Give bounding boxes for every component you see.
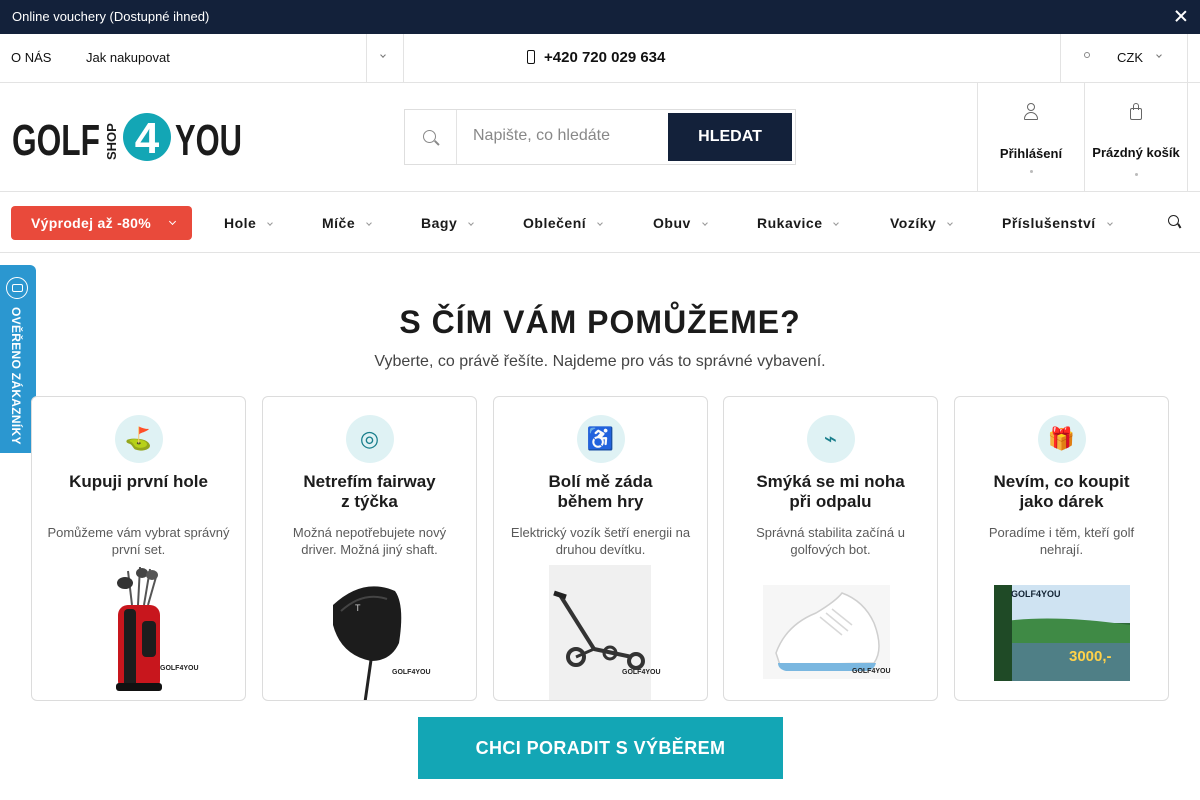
chevron-down-icon xyxy=(168,217,177,226)
logo-golf: GOLF xyxy=(12,116,100,164)
chevron-down-icon[interactable] xyxy=(1156,52,1162,58)
cart-label: Prázdný košík xyxy=(1092,145,1180,160)
divider xyxy=(1187,34,1188,82)
logo-four: 4 xyxy=(135,114,160,163)
chevron-down-icon xyxy=(1135,173,1138,176)
card-description: Správná stabilita začíná u golfových bot… xyxy=(756,525,905,557)
page-subtitle: Vyberte, co právě řešíte. Najdeme pro vá… xyxy=(374,353,826,370)
nav-item-obleceni[interactable]: Oblečení xyxy=(523,215,603,231)
divider xyxy=(456,110,457,164)
nav-item-voziky[interactable]: Vozíky xyxy=(890,215,954,231)
wheelchair-icon: ♿ xyxy=(576,415,625,463)
promo-text[interactable]: Online vouchery (Dostupné ihned) xyxy=(12,9,209,24)
card-title: Bolí mě záda během hry xyxy=(548,472,653,511)
utility-bar: O NÁS Jak nakupovat +420 720 029 634 CZK xyxy=(0,34,1200,83)
chevron-down-icon xyxy=(701,220,708,226)
brand-watermark: GOLF4YOU xyxy=(392,669,431,676)
card-title: Kupuji první hole xyxy=(69,472,208,491)
nav-item-rukavice[interactable]: Rukavice xyxy=(757,215,840,231)
search-icon xyxy=(423,130,436,143)
logo-shop: SHOP xyxy=(104,123,119,160)
advice-cta-button[interactable]: CHCI PORADIT S VÝBĚREM xyxy=(418,717,783,779)
nav-item-mice[interactable]: Míče xyxy=(322,215,372,231)
divider xyxy=(366,34,367,82)
chevron-down-icon xyxy=(1106,220,1113,226)
link-how-to-buy[interactable]: Jak nakupovat xyxy=(86,50,170,65)
golf-flag-icon: ⛳ xyxy=(114,415,163,463)
login-label: Přihlášení xyxy=(999,146,1063,161)
golf-bag-image: GOLF4YOU xyxy=(32,565,245,700)
help-card-back-pain[interactable]: ♿ Bolí mě záda během hry Elektrický vozík… xyxy=(493,396,708,701)
close-icon[interactable] xyxy=(1172,8,1190,26)
golf-shoe-image: GOLF4YOU xyxy=(724,565,937,700)
card-description: Elektrický vozík šetří energii na druhou… xyxy=(510,525,691,557)
chevron-down-icon xyxy=(597,220,603,226)
gift-voucher-image: GOLF4YOU 3000,- xyxy=(955,565,1168,700)
login-button[interactable]: Přihlášení xyxy=(977,83,1084,191)
logo-you: YOU xyxy=(175,116,242,164)
brand-watermark: GOLF4YOU xyxy=(852,668,891,675)
page-title: S ČÍM VÁM POMŮŽEME? xyxy=(399,304,801,340)
help-card-fairway[interactable]: ◎ Netrefím fairway z týčka Možná nepotřeb… xyxy=(262,396,477,701)
phone-icon xyxy=(527,50,535,64)
search-button[interactable]: HLEDAT xyxy=(668,113,792,161)
currency-select[interactable]: CZK xyxy=(1117,50,1143,65)
currency-icon xyxy=(1084,52,1090,58)
chevron-down-icon xyxy=(366,220,372,226)
site-logo[interactable]: GOLF SHOP 4 YOU xyxy=(12,112,244,169)
shoe-icon: ⌁ xyxy=(806,415,855,463)
search-icon[interactable] xyxy=(1168,215,1179,226)
brand-watermark: GOLF4YOU xyxy=(160,665,199,672)
site-header: GOLF SHOP 4 YOU HLEDAT Přihlášení Prázdn… xyxy=(0,83,1200,192)
chevron-down-icon xyxy=(833,220,840,226)
driver-image: T GOLF4YOU xyxy=(263,565,476,700)
help-card-first-clubs[interactable]: ⛳ Kupuji první hole Pomůžeme vám vybrat … xyxy=(31,396,246,701)
card-description: Pomůžeme vám vybrat správný první set. xyxy=(47,525,230,557)
promo-bar: Online vouchery (Dostupné ihned) xyxy=(0,0,1200,34)
chevron-down-icon[interactable] xyxy=(380,52,386,58)
search-input[interactable] xyxy=(473,127,663,145)
divider xyxy=(403,34,404,82)
help-card-gift[interactable]: 🎁 Nevím, co koupit jako dárek Poradíme i … xyxy=(954,396,1169,701)
help-card-slipping[interactable]: ⌁ Smýká se mi noha při odpalu Správná sta… xyxy=(723,396,938,701)
nav-item-bagy[interactable]: Bagy xyxy=(421,215,475,231)
chevron-down-icon xyxy=(1030,170,1033,173)
gift-icon: 🎁 xyxy=(1037,415,1086,463)
shopping-bag-icon xyxy=(1129,103,1143,121)
nav-item-prislusenstvi[interactable]: Příslušenství xyxy=(1002,215,1113,231)
target-icon: ◎ xyxy=(345,415,394,463)
phone-number: +420 720 029 634 xyxy=(544,49,666,66)
sale-label: Výprodej až -80% xyxy=(31,215,151,231)
card-title: Smýká se mi noha při odpalu xyxy=(756,472,905,511)
chevron-down-icon xyxy=(468,220,475,226)
verified-seal-icon xyxy=(6,277,28,299)
user-icon xyxy=(1024,103,1038,121)
chevron-down-icon xyxy=(947,220,954,226)
cart-button[interactable]: Prázdný košík xyxy=(1084,83,1188,191)
svg-text:T: T xyxy=(355,603,361,613)
card-title: Nevím, co koupit jako dárek xyxy=(993,472,1130,511)
link-about[interactable]: O NÁS xyxy=(11,50,51,65)
chevron-down-icon xyxy=(267,220,274,226)
divider xyxy=(1060,34,1061,82)
phone-link[interactable]: +420 720 029 634 xyxy=(527,49,665,66)
nav-item-obuv[interactable]: Obuv xyxy=(653,215,708,231)
nav-item-hole[interactable]: Hole xyxy=(224,215,274,231)
voucher-price: 3000,- xyxy=(1069,648,1112,665)
card-description: Poradíme i těm, kteří golf nehrají. xyxy=(988,525,1135,557)
nav-sale-button[interactable]: Výprodej až -80% xyxy=(11,206,192,240)
trolley-image: GOLF4YOU xyxy=(494,565,707,700)
voucher-logo: GOLF4YOU xyxy=(1011,589,1061,599)
search-bar: HLEDAT xyxy=(404,109,796,165)
main-nav: Výprodej až -80% Hole Míče Bagy Oblečení… xyxy=(0,192,1200,253)
card-title: Netrefím fairway z týčka xyxy=(303,472,436,511)
card-description: Možná nepotřebujete nový driver. Možná j… xyxy=(292,525,447,557)
brand-watermark: GOLF4YOU xyxy=(622,669,661,676)
